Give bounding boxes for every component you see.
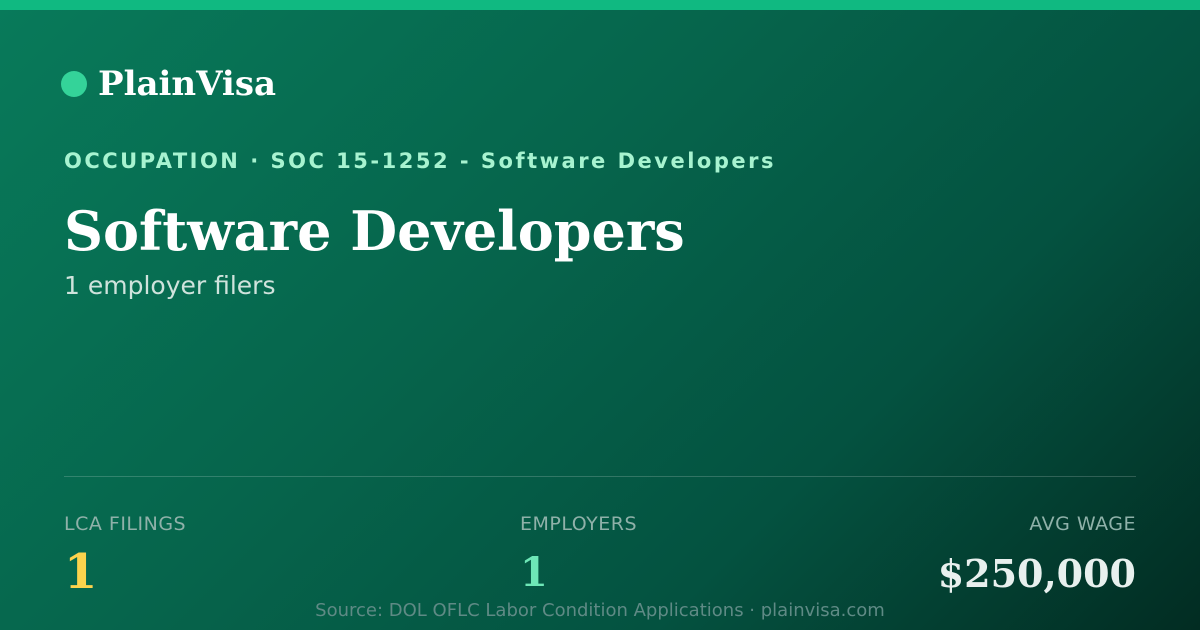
stat-employers: EMPLOYERS 1 (520, 512, 637, 598)
stat-avg-wage: AVG WAGE $250,000 (938, 512, 1136, 598)
stat-value-employers: 1 (520, 549, 548, 596)
stat-label-employers: EMPLOYERS (520, 513, 638, 535)
top-accent-bar (0, 0, 1200, 10)
occupation-eyebrow: OCCUPATION · SOC 15-1252 - Software Deve… (64, 149, 776, 173)
brand-dot-icon (61, 71, 87, 97)
brand-logo: PlainVisa (61, 62, 276, 106)
stat-label-avg-wage: AVG WAGE (1029, 513, 1136, 535)
stat-label-lca-filings: LCA FILINGS (64, 513, 187, 535)
page-subtitle: 1 employer filers (64, 271, 276, 300)
stat-value-lca-filings: 1 (64, 544, 98, 600)
stat-value-avg-wage: $250,000 (937, 551, 1136, 596)
page-title: Software Developers (64, 199, 685, 263)
divider (64, 476, 1136, 477)
stat-lca-filings: LCA FILINGS 1 (64, 512, 186, 600)
brand-name: PlainVisa (98, 64, 277, 104)
source-footer: Source: DOL OFLC Labor Condition Applica… (315, 600, 885, 621)
